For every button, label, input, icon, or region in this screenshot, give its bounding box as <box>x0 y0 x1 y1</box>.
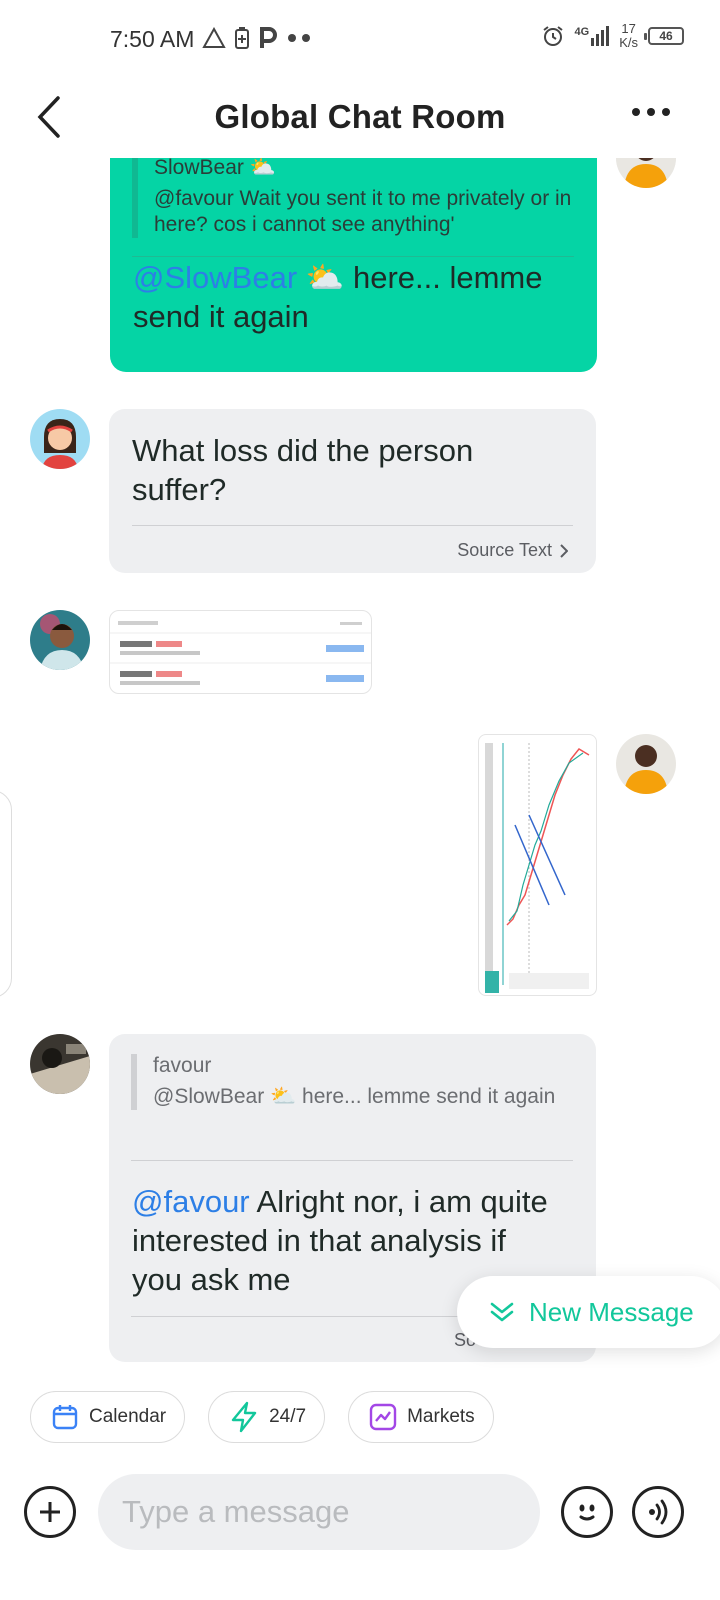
chat-header: Global Chat Room <box>0 78 720 158</box>
emoji-icon <box>579 1504 595 1521</box>
divider <box>131 1160 573 1161</box>
page-title: Global Chat Room <box>214 98 506 135</box>
status-time: 7:50 AM <box>110 26 195 52</box>
battery-icon: 46 <box>644 27 684 45</box>
support-chip[interactable]: 24/7 <box>208 1391 326 1443</box>
more-notifications-icon <box>288 34 310 42</box>
avatar[interactable] <box>616 158 676 188</box>
message-list[interactable]: SlowBear ⛅ @favour Wait you sent it to m… <box>0 158 720 1380</box>
double-chevron-down-icon <box>490 1302 514 1322</box>
message-text: What loss did the person suffer? <box>132 433 474 507</box>
trading-chart-screenshot <box>485 743 590 993</box>
plus-icon <box>40 1502 60 1522</box>
message-bubble-own[interactable]: SlowBear ⛅ @favour Wait you sent it to m… <box>110 158 597 372</box>
quote-author: SlowBear ⛅ <box>154 158 276 179</box>
network-type: 4G <box>574 26 590 38</box>
source-text-link[interactable]: Source Text <box>457 540 568 561</box>
lightning-icon <box>231 1401 257 1433</box>
divider <box>132 525 573 526</box>
add-attachment-button[interactable] <box>24 1486 76 1538</box>
chevron-right-icon <box>560 543 568 558</box>
calendar-chip[interactable]: Calendar <box>30 1391 186 1443</box>
battery-saver-icon <box>235 27 249 49</box>
markets-chip[interactable]: Markets <box>348 1391 494 1443</box>
mention[interactable]: @SlowBear ⛅ <box>133 260 344 295</box>
positions-screenshot <box>110 621 371 685</box>
image-attachment[interactable] <box>478 734 597 996</box>
alarm-icon <box>542 26 563 46</box>
divider <box>132 256 574 257</box>
avatar[interactable] <box>30 1034 90 1094</box>
side-drawer-handle[interactable] <box>0 790 12 998</box>
network-speed: 17 K/s <box>619 21 638 50</box>
user-avatar-icon <box>616 734 676 794</box>
more-options-button[interactable] <box>632 108 670 116</box>
parking-icon <box>260 27 277 48</box>
quote-text: @favour Wait you sent it to me privately… <box>154 187 572 236</box>
mention[interactable]: @favour <box>132 1184 250 1219</box>
quoted-message[interactable]: SlowBear ⛅ @favour Wait you sent it to m… <box>132 158 572 238</box>
warning-icon <box>202 27 226 48</box>
avatar[interactable] <box>616 734 676 794</box>
new-message-button[interactable]: New Message <box>457 1276 720 1348</box>
message-bubble[interactable]: What loss did the person suffer? Source … <box>109 409 596 573</box>
avatar[interactable] <box>30 610 90 670</box>
message-input[interactable] <box>98 1474 540 1550</box>
quote-text: @SlowBear ⛅ here... lemme send it again <box>153 1085 556 1108</box>
user-avatar-icon <box>616 158 676 188</box>
image-attachment[interactable] <box>109 610 372 694</box>
message-text: @SlowBear ⛅ here... lemme send it again <box>133 260 543 334</box>
status-icons <box>202 26 312 50</box>
quick-actions: Calendar 24/7 Markets <box>30 1391 494 1443</box>
emoji-button[interactable] <box>561 1486 613 1538</box>
status-right: 4G 17 K/s 46 <box>541 22 684 50</box>
dot <box>647 108 655 116</box>
signal-icon: 4G <box>575 26 610 46</box>
new-message-label: New Message <box>529 1296 694 1327</box>
dot <box>632 108 640 116</box>
status-bar: 7:50 AM 4G 17 K/s 46 <box>0 0 720 78</box>
quote-author: favour <box>153 1054 212 1077</box>
dot <box>662 108 670 116</box>
user-avatar-icon <box>30 1034 90 1094</box>
voice-message-button[interactable] <box>632 1486 684 1538</box>
calendar-icon <box>52 1405 78 1430</box>
user-avatar-icon <box>30 610 90 670</box>
composer <box>0 1470 720 1560</box>
user-avatar-icon <box>30 409 90 469</box>
avatar[interactable] <box>30 409 90 469</box>
chart-icon <box>369 1403 397 1431</box>
voice-wave-icon <box>649 1499 668 1525</box>
quoted-message[interactable]: favour @SlowBear ⛅ here... lemme send it… <box>131 1054 571 1110</box>
